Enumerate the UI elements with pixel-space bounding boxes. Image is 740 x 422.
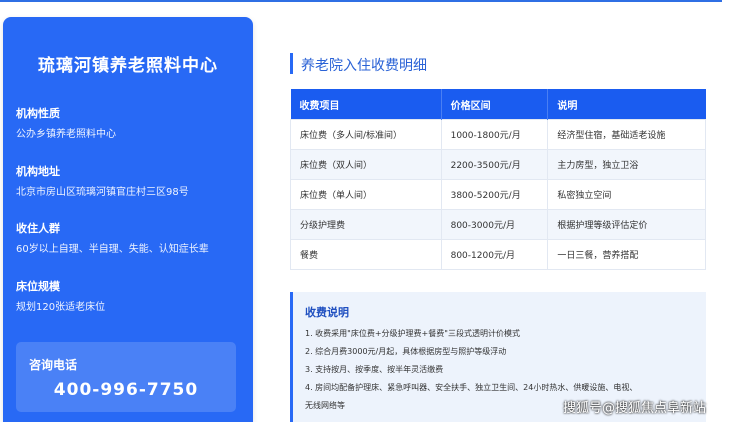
- fee-note: 经济型住宿，基础适老设施: [547, 119, 706, 150]
- column-header: 收费项目: [290, 89, 442, 120]
- note-line: 4. 房间均配备护理床、紧急呼叫器、安全扶手、独立卫生间、24小时热水、供暖设施…: [305, 383, 638, 392]
- institution-info-card: 琉璃河镇养老照料中心 机构性质 公办乡镇养老照料中心 机构地址 北京市房山区琉璃…: [3, 17, 253, 422]
- fee-item: 餐费: [290, 239, 442, 270]
- table-row: 床位费（单人间） 3800-5200元/月 私密独立空间: [290, 179, 706, 210]
- fee-note: 主力房型，独立卫浴: [547, 149, 706, 180]
- notes-title: 收费说明: [305, 306, 349, 319]
- fee-item: 床位费（多人间/标准间）: [290, 119, 442, 150]
- note-line: 3. 支持按月、按季度、按半年灵活缴费: [305, 365, 444, 374]
- column-header: 说明: [547, 89, 706, 120]
- table-row: 餐费 800-1200元/月 一日三餐，营养搭配: [290, 239, 706, 270]
- address-value: 北京市房山区琉璃河镇官庄村三区98号: [16, 187, 189, 198]
- address-label: 机构地址: [16, 165, 60, 178]
- fee-price: 800-1200元/月: [440, 239, 549, 270]
- fee-price: 800-3000元/月: [440, 209, 549, 240]
- table-row: 床位费（双人间） 2200-3500元/月 主力房型，独立卫浴: [290, 149, 706, 180]
- nature-value: 公办乡镇养老照料中心: [16, 129, 116, 140]
- table-row: 床位费（多人间/标准间） 1000-1800元/月 经济型住宿，基础适老设施: [290, 119, 706, 150]
- phone-label: 咨询电话: [29, 358, 78, 372]
- fee-note: 私密独立空间: [547, 179, 706, 210]
- section-title: 养老院入住收费明细: [301, 58, 427, 74]
- fee-price: 2200-3500元/月: [440, 149, 549, 180]
- fee-note: 根据护理等级评估定价: [547, 209, 706, 240]
- note-line: 2. 综合月费3000元/月起，具体根据房型与照护等级浮动: [305, 347, 507, 356]
- note-line: 1. 收费采用"床位费+分级护理费+餐费"三段式透明计价模式: [305, 329, 520, 338]
- beds-value: 规划120张适老床位: [16, 302, 106, 313]
- top-divider: [0, 0, 722, 2]
- fee-item: 床位费（双人间）: [290, 149, 442, 180]
- note-line: 无线网络等: [305, 401, 345, 410]
- fee-price: 1000-1800元/月: [440, 119, 549, 150]
- table-header-row: 收费项目 价格区间 说明: [290, 89, 706, 120]
- beds-label: 床位规模: [16, 280, 60, 293]
- fee-note: 一日三餐，营养搭配: [547, 239, 706, 270]
- source-watermark: 搜狐号@搜狐焦点阜新站: [563, 401, 707, 416]
- fee-table: 收费项目 价格区间 说明 床位费（多人间/标准间） 1000-1800元/月 经…: [290, 89, 706, 270]
- section-accent-bar: [290, 53, 293, 74]
- residents-label: 收住人群: [16, 222, 60, 235]
- phone-number[interactable]: 400-996-7750: [16, 380, 236, 400]
- phone-card[interactable]: 咨询电话 400-996-7750: [16, 342, 236, 412]
- fee-item: 床位费（单人间）: [290, 179, 442, 210]
- institution-name: 琉璃河镇养老照料中心: [38, 56, 218, 76]
- column-header: 价格区间: [441, 89, 549, 120]
- fee-price: 3800-5200元/月: [440, 179, 549, 210]
- fee-item: 分级护理费: [290, 209, 442, 240]
- table-row: 分级护理费 800-3000元/月 根据护理等级评估定价: [290, 209, 706, 240]
- residents-value: 60岁以上自理、半自理、失能、认知症长辈: [16, 244, 209, 255]
- nature-label: 机构性质: [16, 107, 60, 120]
